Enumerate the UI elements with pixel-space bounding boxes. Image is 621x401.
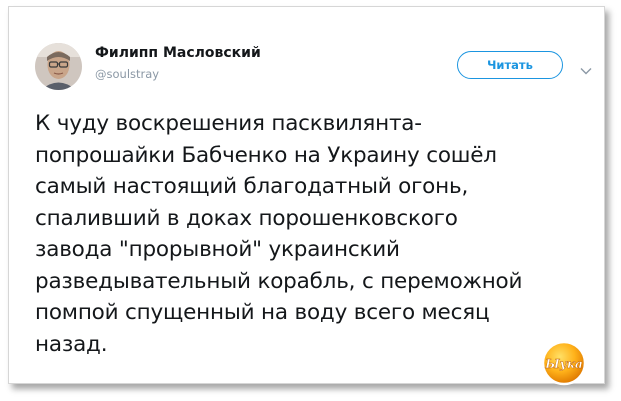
tweet-text: К чуду воскрешения пасквилянта- попрошай… (35, 111, 523, 357)
author-name[interactable]: Филипп Масловский (95, 45, 261, 61)
svg-text:Ыука: Ыука (544, 357, 583, 371)
watermark-logo: Ыука (541, 340, 587, 386)
author-handle[interactable]: @soulstray (95, 67, 159, 81)
avatar[interactable] (35, 43, 82, 90)
follow-button[interactable]: Читать (457, 51, 563, 79)
chevron-down-icon[interactable] (580, 60, 592, 75)
